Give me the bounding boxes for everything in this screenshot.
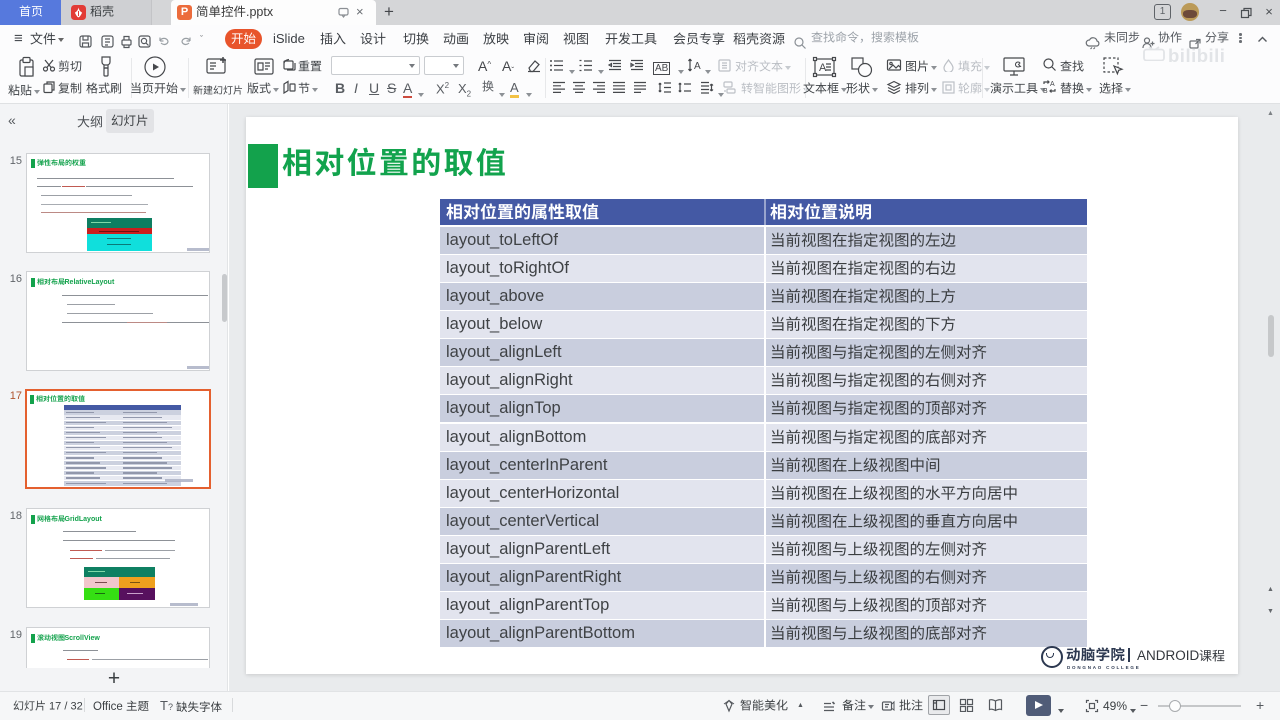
svg-text:A: A <box>819 62 827 74</box>
svg-text:B: B <box>1043 88 1048 94</box>
svg-text:A: A <box>694 61 701 72</box>
svg-text:A: A <box>1050 81 1055 88</box>
